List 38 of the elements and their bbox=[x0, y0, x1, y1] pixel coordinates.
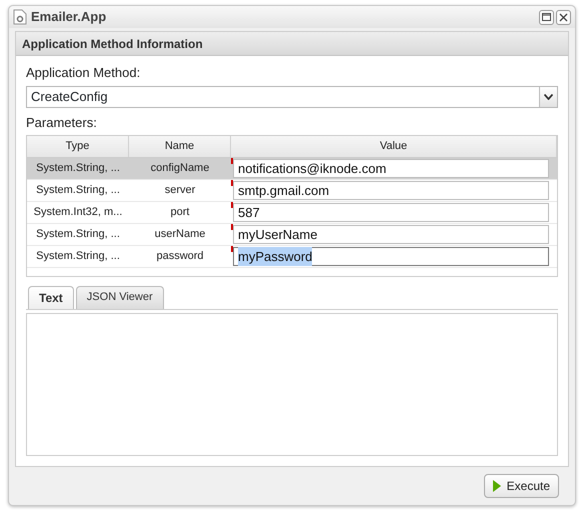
table-cell-text: port bbox=[170, 205, 190, 220]
panel-title: Application Method Information bbox=[16, 32, 568, 56]
window-title: Emailer.App bbox=[31, 8, 106, 26]
column-header[interactable]: Name bbox=[129, 136, 231, 157]
close-icon bbox=[559, 12, 568, 22]
document-gear-icon bbox=[13, 9, 27, 25]
value-field[interactable]: 587 bbox=[233, 203, 549, 222]
field-label: Application Method: bbox=[26, 64, 140, 82]
grid-row[interactable]: System.Int32, m... port 587 bbox=[27, 202, 557, 224]
field-label: Parameters: bbox=[26, 114, 97, 132]
close-button[interactable] bbox=[556, 10, 571, 24]
grid-row[interactable]: System.String, ... userName myUserName bbox=[27, 224, 557, 246]
caret-icon bbox=[544, 94, 553, 100]
play-icon bbox=[492, 480, 501, 492]
value-field[interactable]: notifications@iknode.com bbox=[233, 159, 549, 178]
table-cell-text: server bbox=[164, 183, 196, 198]
method-dropdown[interactable]: CreateConfig bbox=[26, 86, 558, 108]
grid-row[interactable]: System.String, ... server smtp.gmail.com bbox=[27, 180, 557, 202]
tab[interactable]: Text bbox=[28, 286, 74, 309]
column-header[interactable]: Type bbox=[27, 136, 129, 157]
value-field[interactable]: smtp.gmail.com bbox=[233, 181, 549, 200]
table-cell-text: System.String, ... bbox=[35, 249, 121, 264]
value-field[interactable]: myPassword bbox=[233, 247, 549, 266]
maximize-button[interactable] bbox=[539, 10, 554, 24]
column-header[interactable]: Value bbox=[231, 136, 557, 157]
tab[interactable]: JSON Viewer bbox=[76, 286, 164, 309]
table-cell-text: configName bbox=[150, 161, 210, 176]
grid-row[interactable]: System.String, ... configName notifications@iknode.com bbox=[27, 158, 557, 180]
table-cell-text: System.Int32, m... bbox=[32, 205, 124, 220]
execute-button[interactable]: Execute bbox=[484, 474, 559, 498]
table-cell-text: System.String, ... bbox=[35, 227, 121, 242]
table-cell-text: System.String, ... bbox=[35, 183, 121, 198]
value-field[interactable]: myUserName bbox=[233, 225, 549, 244]
maximize-icon bbox=[542, 13, 551, 21]
table-cell-text: userName bbox=[154, 227, 206, 242]
table-cell-text: password bbox=[155, 249, 205, 264]
table-cell-text: System.String, ... bbox=[35, 161, 121, 176]
grid-row[interactable]: System.String, ... password myPassword bbox=[27, 246, 557, 268]
